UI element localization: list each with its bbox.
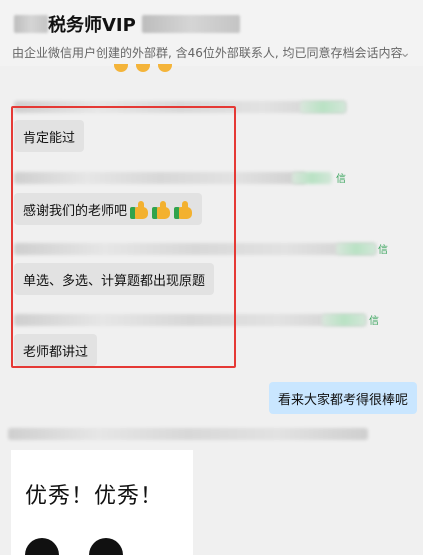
sender-tag-text: 信	[378, 245, 388, 256]
redacted-title-prefix	[14, 15, 48, 33]
message-text: 感谢我们的老师吧	[23, 203, 128, 219]
sender-tag-redacted	[336, 243, 376, 255]
message-text: 单选、多选、计算题都出现原题	[23, 273, 206, 289]
message-bubble[interactable]: 老师都讲过	[14, 334, 98, 366]
thumbs-up-icon	[136, 64, 150, 72]
chevron-down-icon[interactable]: ⌄	[399, 45, 411, 61]
chat-title: 税务师VIP	[48, 15, 136, 36]
self-message-bubble[interactable]: 看来大家都考得很棒呢	[269, 382, 418, 414]
panda-ear-right	[89, 538, 123, 555]
thumbs-up-icon	[174, 200, 193, 219]
message-text: 看来大家都考得很棒呢	[278, 392, 409, 408]
sender-name-redacted	[14, 172, 306, 184]
thumbs-up-icon	[130, 200, 149, 219]
thumbs-up-icon	[114, 64, 128, 72]
sender-name-redacted	[14, 101, 346, 113]
sender-tag-text: 信	[336, 174, 346, 185]
sender-tag-text: 信	[369, 316, 379, 327]
thumbs-up-icon	[152, 200, 171, 219]
redacted-title-suffix	[141, 15, 240, 33]
message-bubble[interactable]: 感谢我们的老师吧	[14, 193, 203, 225]
sender-tag-redacted	[292, 172, 332, 184]
message-text: 老师都讲过	[23, 344, 89, 360]
chat-subtitle: 由企业微信用户创建的外部群, 含46位外部联系人, 均已同意存档会话内容	[12, 46, 403, 60]
image-caption: 优秀！优秀！	[25, 484, 164, 509]
sender-name-redacted	[8, 428, 368, 440]
sender-tag-redacted	[300, 101, 346, 113]
panda-ear-left	[25, 538, 59, 555]
sender-name-redacted	[14, 243, 376, 255]
sender-tag-redacted	[322, 314, 366, 326]
message-bubble[interactable]: 单选、多选、计算题都出现原题	[14, 263, 215, 295]
image-message[interactable]: 优秀！优秀！	[11, 450, 193, 555]
chat-title-row[interactable]: 税务师VIP	[14, 10, 240, 38]
previous-message-emoji	[114, 64, 172, 72]
sender-name-redacted	[14, 314, 366, 326]
chat-header: 税务师VIP 由企业微信用户创建的外部群, 含46位外部联系人, 均已同意存档会…	[0, 0, 423, 66]
message-text: 肯定能过	[23, 130, 76, 146]
message-bubble[interactable]: 肯定能过	[14, 120, 85, 152]
thumbs-up-icon	[158, 64, 172, 72]
